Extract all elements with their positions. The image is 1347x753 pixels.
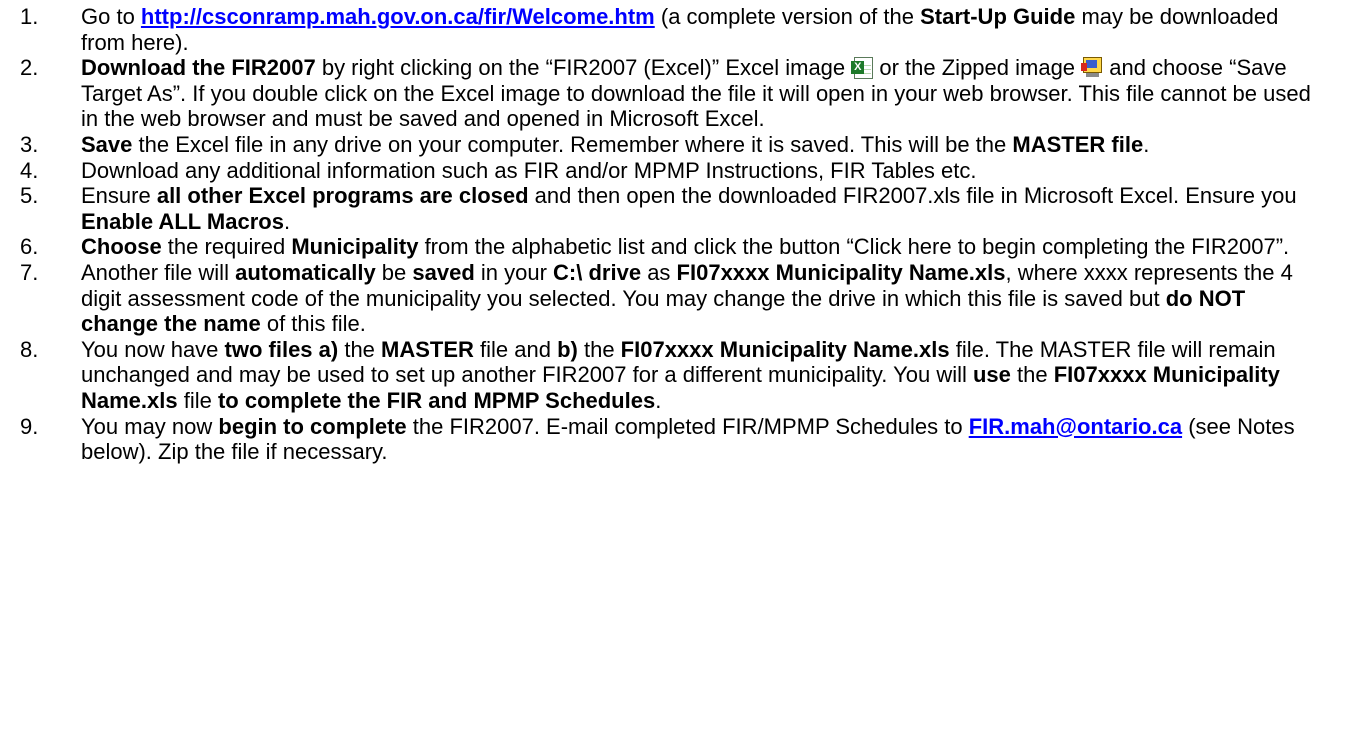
step-text: the required [161,234,292,260]
begin-to-complete-bold: begin to complete [218,413,407,439]
step-text: . [1143,131,1150,157]
save-bold: Save [81,131,133,157]
step-text: the [577,336,621,362]
step-text: by right clicking on the “FIR2007 (Excel… [315,55,852,81]
filename-bold: FI07xxxx Municipality Name.xls [620,336,950,362]
step-text: as [641,259,677,285]
welcome-page-link[interactable]: http://csconramp.mah.gov.on.ca/fir/Welco… [141,4,655,29]
step-text: (a complete version of the [654,4,921,29]
step-text: the FIR2007. E-mail completed FIR/MPMP S… [406,413,969,439]
step-number: 3. [20,131,39,157]
filename-bold: FI07xxxx Municipality Name.xls [676,259,1006,285]
step-number: 9. [20,413,39,439]
step-text: file and [473,336,558,362]
c-drive-bold: C:\ drive [553,259,642,285]
step-text: and then open the downloaded FIR2007.xls… [528,183,1297,209]
two-files-bold: two files a) [224,336,339,362]
step-text: the [1010,362,1054,388]
instructions-document: 1. Go to http://csconramp.mah.gov.on.ca/f… [0,0,1347,465]
start-up-guide-bold: Start-Up Guide [920,4,1076,29]
step-text: file [177,387,218,413]
step-2: 2. Download the FIR2007 by right clicking… [0,55,1321,132]
step-text: be [375,259,413,285]
step-number: 1. [20,4,39,29]
enable-macros-bold: Enable ALL Macros [81,208,284,234]
step-number: 2. [20,55,39,81]
saved-bold: saved [412,259,475,285]
step-text: or the Zipped image [873,55,1082,81]
step-7: 7. Another file will automatically be sav… [0,260,1321,337]
step-text: Ensure [81,183,157,209]
download-fir-bold: Download the FIR2007 [81,55,316,81]
step-text: You now have [81,336,225,362]
step-text: . [283,208,291,234]
step-number: 5. [20,183,39,209]
step-text: Go to [81,4,141,29]
step-text: of this file. [260,311,366,337]
complete-schedules-bold: to complete the FIR and MPMP Schedules [217,387,656,413]
zipped-computer-icon [1081,57,1103,78]
step-1: 1. Go to http://csconramp.mah.gov.on.ca/f… [0,4,1321,55]
step-3: 3. Save the Excel file in any drive on yo… [0,132,1321,158]
step-number: 6. [20,234,39,260]
step-9: 9. You may now begin to complete the FIR2… [0,414,1321,465]
step-5: 5. Ensure all other Excel programs are cl… [0,183,1321,234]
step-text: Another file will [81,259,236,285]
automatically-bold: automatically [235,259,376,285]
close-excel-bold: all other Excel programs are closed [156,183,529,209]
step-number: 4. [20,157,39,183]
step-text: . [655,387,662,413]
email-link[interactable]: FIR.mah@ontario.ca [969,414,1182,439]
use-bold: use [972,362,1011,388]
step-number: 7. [20,259,39,285]
master-bold: MASTER [381,336,474,362]
step-text: in your [474,259,554,285]
step-number: 8. [20,336,39,362]
master-file-bold: MASTER file [1012,131,1144,157]
step-6: 6. Choose the required Municipality from … [0,234,1321,260]
step-text: You may now [81,413,219,439]
step-text: Download any additional information such… [81,157,977,183]
step-text: the Excel file in any drive on your comp… [132,131,1013,157]
step-text: from the alphabetic list and click the b… [418,234,1290,260]
b-bold: b) [557,336,578,362]
excel-icon: X [851,57,874,80]
choose-bold: Choose [81,234,162,260]
step-text: the [338,336,382,362]
municipality-bold: Municipality [291,234,419,260]
step-8: 8. You now have two files a) the MASTER f… [0,337,1321,414]
step-4: 4. Download any additional information su… [0,158,1321,184]
